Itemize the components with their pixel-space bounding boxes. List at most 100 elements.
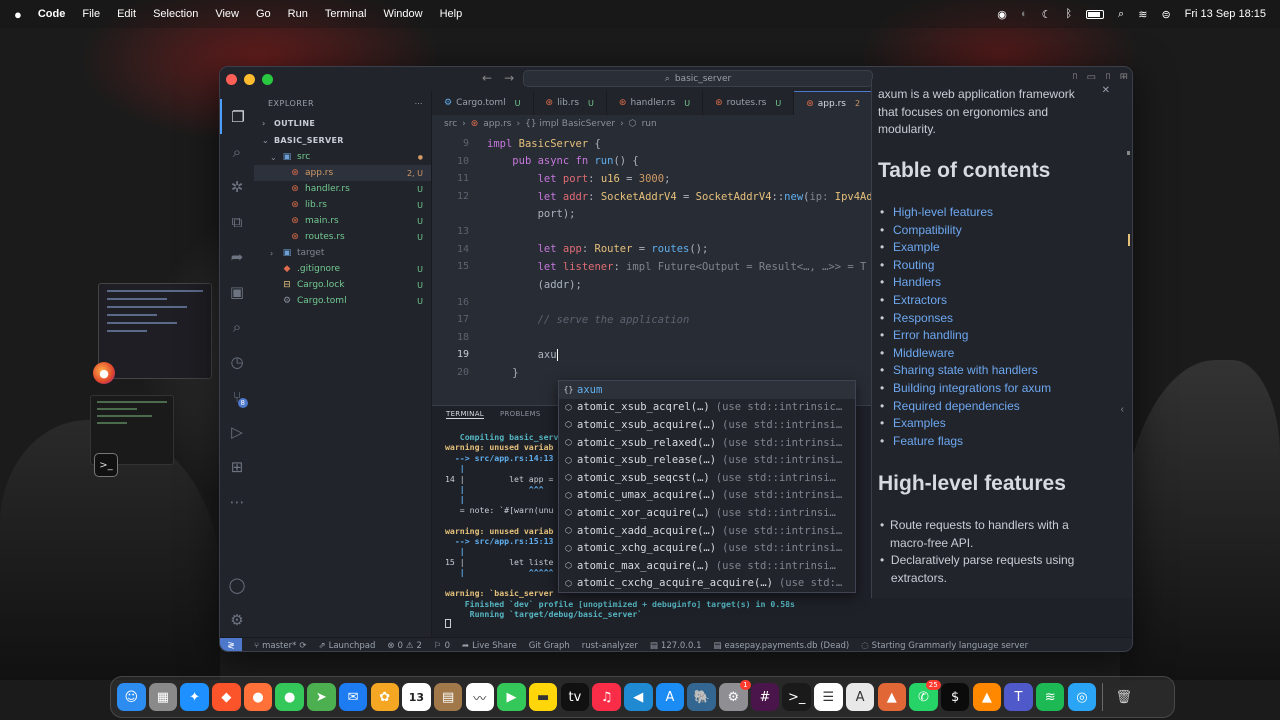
suggestion-item[interactable]: ⬡ atomic_max_acquire(…) (use std::intrinsi… — [559, 557, 855, 575]
menu-terminal[interactable]: Terminal — [325, 8, 367, 20]
safari-icon[interactable]: ✦ — [180, 682, 209, 712]
suggestion-item[interactable]: ⬡ atomic_umax_acquire(…) (use std::intrins… — [559, 487, 855, 505]
freeform-icon[interactable]: 〰 — [465, 682, 495, 712]
breadcrumb-src[interactable]: src — [444, 119, 457, 129]
database-icon[interactable]: ▣ — [220, 274, 254, 309]
toc-link[interactable]: Examples — [893, 415, 946, 433]
firefox-icon[interactable]: ● — [93, 362, 115, 384]
teams-icon[interactable]: T — [1004, 682, 1033, 712]
launchpad-status[interactable]: ⇗ Launchpad — [318, 641, 375, 651]
profile-icon[interactable]: ◐ — [1021, 8, 1028, 20]
slack-icon[interactable]: # — [750, 682, 780, 712]
command-center[interactable]: ⌕ basic_server — [523, 70, 873, 87]
close-icon[interactable]: ✕ — [1102, 85, 1110, 96]
photos-icon[interactable]: ✿ — [370, 682, 399, 712]
tree-item-Cargo-lock[interactable]: ⊟ Cargo.lock U — [254, 277, 431, 293]
tree-item-main-rs[interactable]: ⊛ main.rs U — [254, 213, 431, 229]
tree-item-lib-rs[interactable]: ⊛ lib.rs U — [254, 197, 431, 213]
toc-link[interactable]: Routing — [893, 257, 934, 275]
problems-status[interactable]: ⊗ 0 ⚠ 2 — [387, 641, 422, 651]
git-branch[interactable]: ⑂ master* ⟳ — [254, 641, 306, 651]
forward-arrow-icon[interactable]: → — [504, 71, 514, 85]
source-control-icon[interactable]: ⑂ 8 — [220, 379, 254, 414]
terminal-icon[interactable]: >_ — [782, 682, 811, 712]
tree-item-app-rs[interactable]: ⊛ app.rs 2, U — [254, 165, 431, 181]
toc-link[interactable]: Required dependencies — [893, 398, 1020, 416]
live-share-status[interactable]: ➦ Live Share — [462, 641, 517, 651]
tree-item-target[interactable]: › ▣ target — [254, 245, 431, 261]
whatsapp-icon[interactable]: ✆ 25 — [909, 679, 941, 712]
suggestion-item[interactable]: ⬡ atomic_xsub_seqcst(…) (use std::intrinsi… — [559, 469, 855, 487]
tree-item-src[interactable]: ⌄ ▣ src ● — [254, 149, 431, 165]
suggestion-item[interactable]: ⬡ atomic_xor_acquire(…) (use std::intrinsi… — [559, 504, 855, 522]
search-view-icon[interactable]: ⌕ — [220, 134, 254, 169]
menu-selection[interactable]: Selection — [153, 8, 198, 20]
toc-link[interactable]: Example — [893, 239, 940, 257]
battery-icon[interactable] — [1086, 9, 1105, 19]
mail-icon[interactable]: ✉ — [338, 682, 368, 712]
tab-app-rs[interactable]: ⊛ app.rs 2 — [794, 91, 874, 115]
textedit-icon[interactable]: A — [845, 682, 875, 712]
tab-lib-rs[interactable]: ⊛ lib.rs U — [534, 91, 607, 115]
breadcrumb-file[interactable]: app.rs — [483, 119, 511, 129]
rust-analyzer-status[interactable]: rust-analyzer — [582, 641, 638, 651]
maps-icon[interactable]: ➤ — [307, 682, 336, 712]
suggestion-item[interactable]: ⬡ atomic_xsub_acquire(…) (use std::intrins… — [559, 416, 855, 434]
scrollbar-thumb[interactable] — [1127, 151, 1130, 155]
toc-link[interactable]: Responses — [893, 310, 953, 328]
breadcrumb-impl[interactable]: {} impl BasicServer — [525, 119, 615, 129]
spotlight-search-icon[interactable]: ⌕ — [1118, 8, 1124, 21]
apple-tv-icon[interactable]: tv — [560, 682, 590, 712]
project-section-header[interactable]: ⌄ BASIC_SERVER — [254, 132, 431, 149]
tab-routes-rs[interactable]: ⊛ routes.rs U — [703, 91, 795, 115]
tab-handler-rs[interactable]: ⊛ handler.rs U — [607, 91, 704, 115]
browser-extra-icon[interactable]: ◎ — [1067, 682, 1097, 712]
toc-link[interactable]: Extractors — [893, 292, 947, 310]
finder-icon[interactable]: ☺ — [117, 682, 146, 712]
db-name-status[interactable]: ▤ easepay.payments.db (Dead) — [713, 641, 849, 651]
menu-go[interactable]: Go — [256, 8, 271, 20]
suggestion-item[interactable]: {} axum — [559, 381, 855, 399]
info-status[interactable]: ⚐ 0 — [434, 641, 450, 651]
outline-section-header[interactable]: › OUTLINE — [254, 115, 431, 132]
toc-link[interactable]: Building integrations for axum — [893, 380, 1051, 398]
extensions-gear-icon[interactable]: ✲ — [220, 169, 254, 204]
timeline-icon[interactable]: ◷ — [220, 344, 254, 379]
toc-link[interactable]: Middleware — [893, 345, 954, 363]
more-actions-icon[interactable]: ⋯ — [415, 99, 424, 108]
toc-link[interactable]: Sharing state with handlers — [893, 362, 1038, 380]
app-store-icon[interactable]: A — [655, 682, 685, 712]
control-center-icon[interactable]: ⊜ — [1161, 8, 1170, 21]
tab-Cargo-toml[interactable]: ⚙ Cargo.toml U — [432, 91, 534, 115]
record-icon[interactable]: ◉ — [997, 8, 1007, 21]
music-icon[interactable]: ♫ — [592, 682, 621, 712]
wifi-icon[interactable]: ≋ — [1138, 8, 1147, 21]
apple-menu-icon[interactable]: ● — [14, 7, 22, 22]
live-share-icon[interactable]: ➦ — [220, 239, 254, 274]
menu-view[interactable]: View — [215, 8, 239, 20]
calendar-icon[interactable]: 13 — [402, 682, 431, 712]
trash-icon[interactable]: 🗑 — [1110, 683, 1139, 712]
menu-help[interactable]: Help — [440, 8, 463, 20]
notes-icon[interactable]: ▬ — [528, 682, 558, 712]
menu-run[interactable]: Run — [288, 8, 308, 20]
bluetooth-icon[interactable]: ᛒ — [1065, 8, 1072, 20]
back-arrow-icon[interactable]: ← — [482, 71, 492, 85]
spotify-icon[interactable]: ≋ — [1035, 682, 1065, 712]
toc-link[interactable]: Error handling — [893, 327, 968, 345]
db-host-status[interactable]: ▤ 127.0.0.1 — [650, 641, 702, 651]
chevron-left-icon[interactable]: ‹ — [1121, 404, 1124, 415]
focus-moon-icon[interactable]: ☾ — [1042, 8, 1052, 21]
terminal-app-icon[interactable]: >_ — [94, 453, 118, 477]
vscode-icon[interactable]: ◀ — [624, 682, 653, 712]
grammarly-status[interactable]: ◌ Starting Grammarly language server — [861, 641, 1028, 651]
menu-window[interactable]: Window — [383, 8, 422, 20]
tree-item-handler-rs[interactable]: ⊛ handler.rs U — [254, 181, 431, 197]
menu-edit[interactable]: Edit — [117, 8, 136, 20]
toc-link[interactable]: Compatibility — [893, 222, 962, 240]
suggestion-item[interactable]: ⬡ atomic_xsub_release(…) (use std::intrins… — [559, 451, 855, 469]
system-settings-icon[interactable]: ⚙ 1 — [719, 679, 751, 712]
toc-link[interactable]: Feature flags — [893, 433, 963, 451]
remote-explorer-icon[interactable]: ⧉ — [220, 204, 254, 239]
suggestion-item[interactable]: ⬡ atomic_xchg_acquire(…) (use std::intrins… — [559, 539, 855, 557]
